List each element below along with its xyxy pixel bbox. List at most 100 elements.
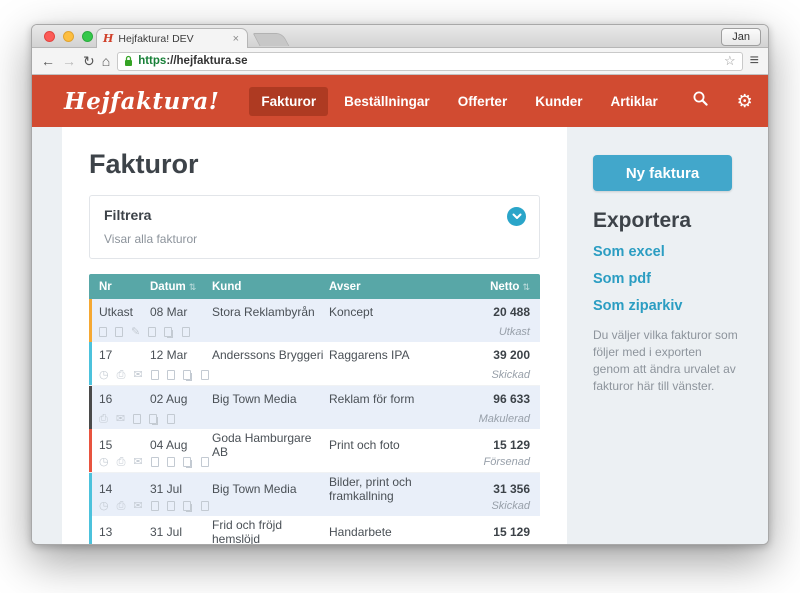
- printer-icon[interactable]: [99, 412, 108, 425]
- home-icon[interactable]: ⌂: [102, 54, 110, 68]
- new-invoice-button[interactable]: Ny faktura: [593, 155, 732, 191]
- clock-icon[interactable]: [99, 455, 109, 468]
- envelope-icon[interactable]: [133, 455, 142, 468]
- envelope-icon[interactable]: [133, 368, 142, 381]
- table-row[interactable]: 15 04 Aug Goda Hamburgare AB Print och f…: [89, 429, 540, 473]
- url-scheme: https: [138, 55, 167, 67]
- doc-icon[interactable]: [150, 500, 159, 511]
- browser-menu-icon[interactable]: ≡: [750, 52, 759, 70]
- table-header: Nr Datum ⇅ Kund Avser Netto ⇅: [89, 274, 540, 299]
- doc-icon[interactable]: [148, 326, 157, 337]
- minimize-window-button[interactable]: [63, 31, 74, 42]
- nav-item-artiklar[interactable]: Artiklar: [598, 87, 669, 116]
- favicon: H: [103, 32, 114, 45]
- cell-nr: 17: [99, 348, 113, 362]
- doc-icon[interactable]: [167, 413, 176, 424]
- envelope-icon[interactable]: [133, 499, 142, 512]
- nav-item-kunder[interactable]: Kunder: [523, 87, 594, 116]
- cell-avser: Handarbete: [329, 525, 392, 539]
- filter-expand-button[interactable]: [507, 207, 526, 226]
- nav-item-fakturor[interactable]: Fakturor: [249, 86, 329, 116]
- clock-icon[interactable]: [99, 499, 109, 512]
- tab-close-icon[interactable]: ×: [231, 33, 241, 45]
- copy-icon[interactable]: [182, 456, 191, 467]
- cell-datum: 08 Mar: [150, 305, 188, 319]
- doc-icon[interactable]: [200, 500, 209, 511]
- doc-icon[interactable]: [150, 369, 159, 380]
- table-row[interactable]: 13 31 Jul Frid och fröjd hemslöjd Handar…: [89, 516, 540, 544]
- printer-icon[interactable]: [117, 499, 126, 512]
- search-icon[interactable]: [684, 90, 718, 112]
- bookmark-star-icon[interactable]: ☆: [724, 53, 736, 69]
- page-content: Fakturor Filtrera Visar alla fakturor Nr…: [32, 127, 768, 544]
- doc-icon[interactable]: [99, 326, 107, 337]
- cell-kund: Anderssons Bryggeri: [212, 348, 324, 362]
- browser-tab[interactable]: H Hejfaktura! DEV ×: [96, 28, 248, 48]
- table-row[interactable]: 14 31 Jul Big Town Media Bilder, print o…: [89, 473, 540, 516]
- copy-icon[interactable]: [164, 326, 173, 337]
- forward-icon[interactable]: →: [62, 54, 76, 68]
- cell-datum: 04 Aug: [150, 438, 188, 452]
- cell-nr: 15: [99, 438, 113, 452]
- envelope-icon[interactable]: [116, 412, 125, 425]
- traffic-lights: [44, 31, 93, 42]
- pencil-icon[interactable]: [131, 325, 140, 338]
- doc-icon[interactable]: [166, 500, 175, 511]
- cell-datum: 02 Aug: [150, 392, 188, 406]
- status-badge: Skickad: [491, 368, 530, 381]
- row-action-icons: [99, 412, 183, 425]
- reload-icon[interactable]: ↻: [83, 54, 95, 68]
- doc-icon[interactable]: [115, 326, 123, 337]
- sort-icon: ⇅: [522, 281, 530, 292]
- cell-datum: 12 Mar: [150, 348, 188, 362]
- app-logo[interactable]: Hejfaktura!: [64, 88, 219, 115]
- new-tab-button[interactable]: [252, 33, 290, 46]
- table-row[interactable]: 16 02 Aug Big Town Media Reklam för form…: [89, 386, 540, 429]
- browser-toolbar: ← → ↻ ⌂ https ://hejfaktura.se ☆ ≡: [32, 48, 768, 75]
- export-pdf-link[interactable]: Som pdf: [593, 271, 739, 287]
- copy-icon[interactable]: [149, 413, 158, 424]
- status-badge: Försenad: [483, 455, 530, 468]
- doc-icon[interactable]: [182, 326, 191, 337]
- page-title: Fakturor: [89, 149, 199, 179]
- close-window-button[interactable]: [44, 31, 55, 42]
- copy-icon[interactable]: [182, 369, 191, 380]
- header-netto[interactable]: Netto ⇅: [435, 281, 530, 293]
- header-nr[interactable]: Nr: [99, 281, 150, 293]
- cell-avser: Reklam för form: [329, 392, 415, 406]
- export-note: Du väljer vilka fakturor som följer med …: [593, 328, 738, 394]
- copy-icon[interactable]: [182, 500, 191, 511]
- cell-nr: 13: [99, 525, 113, 539]
- clock-icon[interactable]: [99, 368, 109, 381]
- cell-avser: Bilder, print och framkallning: [329, 475, 412, 503]
- doc-icon[interactable]: [133, 413, 142, 424]
- zoom-window-button[interactable]: [82, 31, 93, 42]
- header-datum[interactable]: Datum ⇅: [150, 281, 212, 293]
- table-row[interactable]: Utkast 08 Mar Stora Reklambyrån Koncept …: [89, 299, 540, 342]
- url-bar[interactable]: https ://hejfaktura.se ☆: [117, 51, 743, 71]
- back-icon[interactable]: ←: [41, 54, 55, 68]
- cell-datum: 31 Jul: [150, 482, 183, 496]
- header-kund[interactable]: Kund: [212, 281, 329, 293]
- gear-icon[interactable]: ⚙: [728, 91, 762, 112]
- cell-nr: Utkast: [99, 305, 134, 319]
- cell-kund: Big Town Media: [212, 482, 297, 496]
- export-zip-link[interactable]: Som ziparkiv: [593, 298, 739, 314]
- printer-icon[interactable]: [117, 455, 126, 468]
- browser-profile-button[interactable]: Jan: [721, 28, 761, 46]
- header-avser[interactable]: Avser: [329, 281, 435, 293]
- doc-icon[interactable]: [166, 456, 175, 467]
- doc-icon[interactable]: [200, 369, 209, 380]
- nav-item-offerter[interactable]: Offerter: [446, 87, 520, 116]
- doc-icon[interactable]: [150, 456, 159, 467]
- invoice-table: Nr Datum ⇅ Kund Avser Netto ⇅ Utkast 08 Ma…: [89, 274, 540, 544]
- table-row[interactable]: 17 12 Mar Anderssons Bryggeri Raggarens …: [89, 342, 540, 386]
- doc-icon[interactable]: [200, 456, 209, 467]
- cell-datum: 31 Jul: [150, 525, 183, 539]
- cell-kund: Big Town Media: [212, 392, 297, 406]
- export-excel-link[interactable]: Som excel: [593, 244, 739, 260]
- printer-icon[interactable]: [117, 368, 126, 381]
- status-badge: Skickad: [491, 499, 530, 512]
- doc-icon[interactable]: [166, 369, 175, 380]
- nav-item-bestallningar[interactable]: Beställningar: [332, 87, 442, 116]
